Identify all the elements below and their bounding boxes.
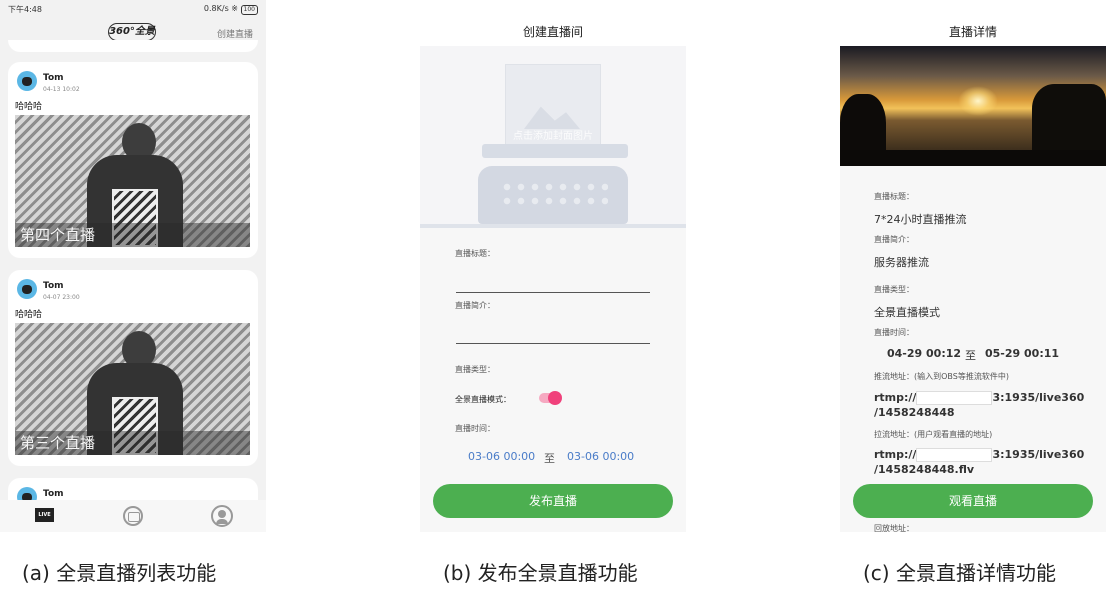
bottom-navigation: LIVE xyxy=(0,500,266,532)
panorama-mode-label: 全景直播模式： xyxy=(455,395,511,404)
title-label: 直播标题： xyxy=(455,249,495,258)
title-value: 7*24小时直播推流 xyxy=(874,213,967,226)
live-list-screen: 下午4:48 0.8K/s ※ 100 360°全景 创建直播 Tom 04-1… xyxy=(0,0,266,532)
type-value: 全景直播模式 xyxy=(874,306,940,319)
redacted-host xyxy=(916,448,993,462)
live-thumbnail[interactable]: 第四个直播 xyxy=(15,115,250,247)
cover-ground xyxy=(420,224,686,228)
pull-url-prefix: rtmp:// xyxy=(874,448,917,461)
intro-label: 直播简介： xyxy=(455,301,495,310)
post-username: Tom xyxy=(43,73,64,83)
status-indicators: 0.8K/s ※ 100 xyxy=(204,4,258,15)
post-time: 04-07 23:00 xyxy=(43,294,80,301)
intro-input[interactable] xyxy=(456,343,650,344)
status-bar: 下午4:48 0.8K/s ※ 100 xyxy=(0,0,266,18)
sun-glow xyxy=(958,86,998,116)
intro-value: 服务器推流 xyxy=(874,256,929,269)
caption-b: (b) 发布全景直播功能 xyxy=(443,561,638,585)
live-thumbnail[interactable]: 第三个直播 xyxy=(15,323,250,455)
avatar[interactable] xyxy=(17,71,37,91)
pull-url[interactable]: rtmp:// 3:1935/live360 xyxy=(874,448,1084,462)
panorama-icon[interactable] xyxy=(123,506,143,526)
previous-card-edge xyxy=(8,40,258,52)
push-url-suffix: 3:1935/live360 xyxy=(992,391,1085,404)
type-label: 直播类型： xyxy=(874,285,914,294)
create-live-screen: 创建直播间 点击添加封面图片 直播标题： 直播简介： 直播类型： 全景直播模式：… xyxy=(420,0,686,532)
page-title: 创建直播间 xyxy=(420,0,686,46)
cover-image-picker[interactable]: 点击添加封面图片 xyxy=(420,46,686,228)
avatar[interactable] xyxy=(17,279,37,299)
type-label: 直播类型： xyxy=(455,365,495,374)
post-text: 哈哈哈 xyxy=(15,102,43,112)
network-speed: 0.8K/s xyxy=(203,4,229,13)
signal-icon: ※ xyxy=(231,4,238,13)
push-url-prefix: rtmp:// xyxy=(874,391,917,404)
live-icon[interactable]: LIVE xyxy=(35,508,54,522)
live-post-card[interactable]: Tom 04-13 10:02 哈哈哈 第四个直播 xyxy=(8,62,258,258)
post-username: Tom xyxy=(43,281,64,291)
start-time-picker[interactable]: 03-06 00:00 xyxy=(468,450,535,463)
title-input[interactable] xyxy=(456,292,650,293)
user-icon[interactable] xyxy=(211,505,233,527)
post-text: 哈哈哈 xyxy=(15,310,43,320)
time-separator: 至 xyxy=(965,349,976,362)
pull-url-line2[interactable]: /1458248448.flv xyxy=(874,463,974,476)
start-time: 04-29 00:12 xyxy=(887,347,962,360)
push-url[interactable]: rtmp:// 3:1935/live360 xyxy=(874,391,1084,405)
cover-image xyxy=(840,46,1106,166)
playback-label: 回放地址： xyxy=(874,524,914,532)
battery-icon: 100 xyxy=(240,5,258,15)
end-time: 05-29 00:11 xyxy=(985,347,1060,360)
live-post-card[interactable]: Tom 04-07 23:00 哈哈哈 第三个直播 xyxy=(8,270,258,466)
time-separator: 至 xyxy=(544,452,555,465)
caption-a: (a) 全景直播列表功能 xyxy=(22,561,217,585)
pull-url-suffix: 3:1935/live360 xyxy=(992,448,1085,461)
time-label: 直播时间： xyxy=(874,328,914,337)
push-url-line2[interactable]: /1458248448 xyxy=(874,406,955,419)
intro-label: 直播简介： xyxy=(874,235,914,244)
title-label: 直播标题： xyxy=(874,192,914,201)
time-label: 直播时间： xyxy=(455,424,495,433)
panorama-mode-toggle[interactable] xyxy=(539,391,562,405)
post-time: 04-13 10:02 xyxy=(43,86,80,93)
typewriter-keys xyxy=(500,180,608,210)
status-time: 下午4:48 xyxy=(8,5,42,14)
create-live-link[interactable]: 创建直播 xyxy=(217,27,253,40)
live-title-overlay: 第四个直播 xyxy=(15,223,250,247)
app-logo: 360°全景 xyxy=(108,23,156,41)
publish-button[interactable]: 发布直播 xyxy=(433,484,673,518)
live-detail-screen: 直播详情 直播标题： 7*24小时直播推流 直播简介： 服务器推流 直播类型： … xyxy=(840,0,1106,532)
live-title-overlay: 第三个直播 xyxy=(15,431,250,455)
caption-c: (c) 全景直播详情功能 xyxy=(863,561,1056,585)
shore-silhouette xyxy=(840,150,1106,166)
watch-live-button[interactable]: 观看直播 xyxy=(853,484,1093,518)
redacted-host xyxy=(916,391,993,405)
push-url-label: 推流地址：(输入到OBS等推流软件中) xyxy=(874,372,1009,381)
typewriter-bar xyxy=(482,144,628,158)
cover-hint: 点击添加封面图片 xyxy=(513,131,593,142)
post-username: Tom xyxy=(43,489,64,499)
end-time-picker[interactable]: 03-06 00:00 xyxy=(567,450,634,463)
pull-url-label: 拉流地址：(用户观看直播的地址) xyxy=(874,430,993,439)
page-title: 直播详情 xyxy=(840,0,1106,46)
